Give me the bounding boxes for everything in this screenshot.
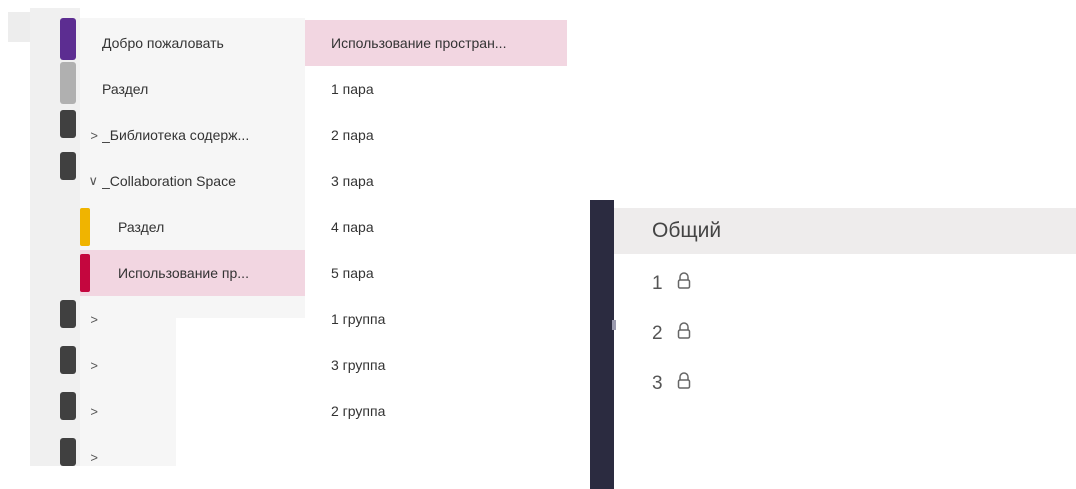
page-item[interactable]: 3 группа <box>305 342 567 388</box>
channel-general[interactable]: Общий <box>614 208 1076 254</box>
private-channel-item[interactable]: 1 <box>652 264 691 304</box>
notebook-color-stripe[interactable] <box>60 346 76 374</box>
chevron-right-icon[interactable]: > <box>80 450 102 465</box>
chevron-right-icon[interactable]: > <box>80 358 102 373</box>
section-label: Раздел <box>102 81 149 97</box>
section-label: _Библиотека содерж... <box>102 127 250 143</box>
section-item[interactable]: Использование пр... <box>80 250 305 296</box>
teams-channel-panel: Общий 1 2 3 <box>590 200 1076 489</box>
rail-indicator <box>612 320 616 330</box>
section-color-marker <box>80 254 90 292</box>
section-item[interactable]: > <box>80 296 305 342</box>
chevron-right-icon[interactable]: > <box>80 128 102 143</box>
section-item[interactable]: > <box>80 434 305 480</box>
notebook-navigation: Добро пожаловать Раздел > _Библиотека содер… <box>0 0 570 484</box>
private-channel-item[interactable]: 2 <box>652 314 691 354</box>
page-item[interactable]: 3 пара <box>305 158 567 204</box>
page-item[interactable]: 4 пара <box>305 204 567 250</box>
lock-icon <box>677 322 691 346</box>
notebook-color-stripe[interactable] <box>60 438 76 466</box>
channel-label: 1 <box>652 273 663 294</box>
page-item[interactable]: 1 пара <box>305 66 567 112</box>
notebook-color-stripe[interactable] <box>60 62 76 104</box>
sections-list: Добро пожаловать Раздел > _Библиотека содер… <box>80 18 356 484</box>
section-item[interactable]: > _Библиотека содерж... <box>80 112 305 158</box>
section-label: Добро пожаловать <box>102 35 224 51</box>
section-label: Использование пр... <box>118 265 249 281</box>
notebook-color-strip <box>60 8 78 466</box>
page-item[interactable]: 2 пара <box>305 112 567 158</box>
lock-icon <box>677 272 691 296</box>
channel-label: 3 <box>652 373 663 394</box>
page-item[interactable]: 1 группа <box>305 296 567 342</box>
section-label: Раздел <box>118 219 165 235</box>
notebook-color-stripe[interactable] <box>60 392 76 420</box>
notebook-color-stripe[interactable] <box>60 300 76 328</box>
page-item[interactable]: Использование простран... <box>305 20 567 66</box>
channel-label: 2 <box>652 323 663 344</box>
section-item[interactable]: Добро пожаловать <box>80 20 305 66</box>
page-item[interactable]: 5 пара <box>305 250 567 296</box>
section-item[interactable]: Раздел <box>80 66 305 112</box>
chevron-right-icon[interactable]: > <box>80 312 102 327</box>
section-item[interactable]: > <box>80 388 305 434</box>
notebook-color-stripe[interactable] <box>60 152 76 180</box>
section-item[interactable]: Раздел <box>80 204 305 250</box>
pages-list: Использование простран... 1 пара 2 пара 3 п… <box>305 18 567 466</box>
notebook-color-stripe[interactable] <box>60 18 76 60</box>
app-rail <box>590 200 614 489</box>
private-channel-item[interactable]: 3 <box>652 364 691 404</box>
channel-general-label: Общий <box>652 219 722 242</box>
section-item[interactable]: > <box>80 342 305 388</box>
lock-icon <box>677 372 691 396</box>
page-item[interactable]: 2 группа <box>305 388 567 434</box>
chevron-down-icon[interactable]: ∨ <box>80 173 102 189</box>
section-color-marker <box>80 208 90 246</box>
chevron-right-icon[interactable]: > <box>80 404 102 419</box>
notebook-color-stripe[interactable] <box>60 110 76 138</box>
section-item[interactable]: ∨ _Collaboration Space <box>80 158 305 204</box>
section-label: _Collaboration Space <box>102 173 236 189</box>
